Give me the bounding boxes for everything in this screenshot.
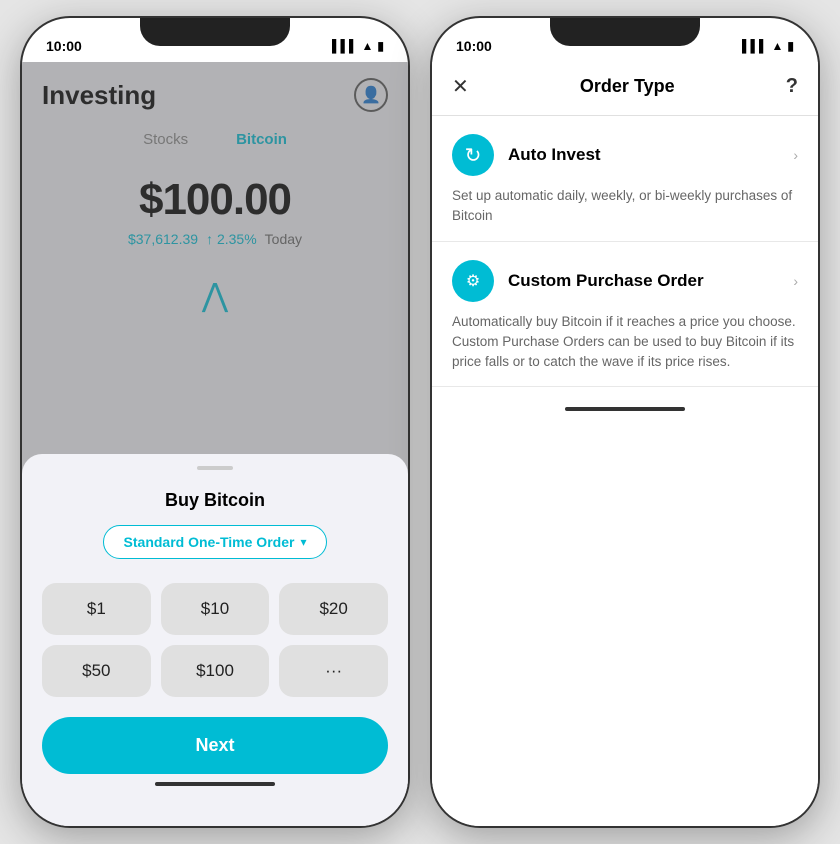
amount-grid: $1 $10 $20 $50 $100 ···: [42, 583, 388, 697]
amount-more[interactable]: ···: [279, 645, 388, 697]
order-type-label: Standard One-Time Order: [124, 534, 295, 550]
auto-invest-chevron: ›: [793, 147, 798, 163]
right-phone-content: ✕ Order Type ? ↻ Auto Invest › Set up au…: [432, 62, 818, 826]
bottom-sheet: Buy Bitcoin Standard One-Time Order ▾ $1…: [22, 454, 408, 826]
close-button[interactable]: ✕: [452, 74, 469, 99]
auto-invest-row: ↻ Auto Invest ›: [452, 134, 798, 176]
custom-order-icon: ⚙: [452, 260, 494, 302]
order-type-header: ✕ Order Type ?: [432, 62, 818, 116]
auto-invest-icon: ↻: [452, 134, 494, 176]
help-button[interactable]: ?: [786, 75, 798, 98]
next-button[interactable]: Next: [42, 717, 388, 774]
sheet-handle: [197, 466, 233, 470]
phone-notch: [140, 18, 290, 46]
custom-order-name: Custom Purchase Order: [508, 271, 704, 291]
signal-icon: ▌▌▌: [332, 39, 358, 53]
left-phone-content: Investing 👤 Stocks Bitcoin $100.00 $37,6…: [22, 62, 408, 826]
signal-icon-r: ▌▌▌: [742, 39, 768, 53]
auto-invest-option[interactable]: ↻ Auto Invest › Set up automatic daily, …: [432, 116, 818, 242]
amount-100[interactable]: $100: [161, 645, 270, 697]
header-title: Order Type: [580, 76, 675, 97]
phone-notch-right: [550, 18, 700, 46]
order-type-button[interactable]: Standard One-Time Order ▾: [103, 525, 328, 559]
home-indicator-left: [155, 782, 275, 786]
amount-20[interactable]: $20: [279, 583, 388, 635]
auto-invest-description: Set up automatic daily, weekly, or bi-we…: [452, 186, 798, 227]
battery-icon-r: ▮: [787, 39, 794, 53]
custom-order-description: Automatically buy Bitcoin if it reaches …: [452, 312, 798, 373]
status-icons-left: ▌▌▌ ▲ ▮: [332, 39, 384, 53]
chevron-down-icon: ▾: [300, 535, 306, 549]
amount-50[interactable]: $50: [42, 645, 151, 697]
custom-order-left: ⚙ Custom Purchase Order: [452, 260, 704, 302]
custom-order-chevron: ›: [793, 273, 798, 289]
status-icons-right: ▌▌▌ ▲ ▮: [742, 39, 794, 53]
battery-icon: ▮: [377, 39, 384, 53]
amount-1[interactable]: $1: [42, 583, 151, 635]
wifi-icon: ▲: [362, 39, 374, 53]
left-phone: 10:00 ▌▌▌ ▲ ▮ Investing 👤 Stocks Bitcoin…: [20, 16, 410, 828]
auto-invest-name: Auto Invest: [508, 145, 601, 165]
time-left: 10:00: [46, 38, 82, 54]
sheet-title: Buy Bitcoin: [42, 490, 388, 511]
wifi-icon-r: ▲: [772, 39, 784, 53]
auto-invest-left: ↻ Auto Invest: [452, 134, 601, 176]
amount-10[interactable]: $10: [161, 583, 270, 635]
home-indicator-right: [565, 407, 685, 411]
right-phone: 10:00 ▌▌▌ ▲ ▮ ✕ Order Type ? ↻ Auto Inve…: [430, 16, 820, 828]
custom-order-row: ⚙ Custom Purchase Order ›: [452, 260, 798, 302]
custom-order-option[interactable]: ⚙ Custom Purchase Order › Automatically …: [432, 242, 818, 388]
time-right: 10:00: [456, 38, 492, 54]
